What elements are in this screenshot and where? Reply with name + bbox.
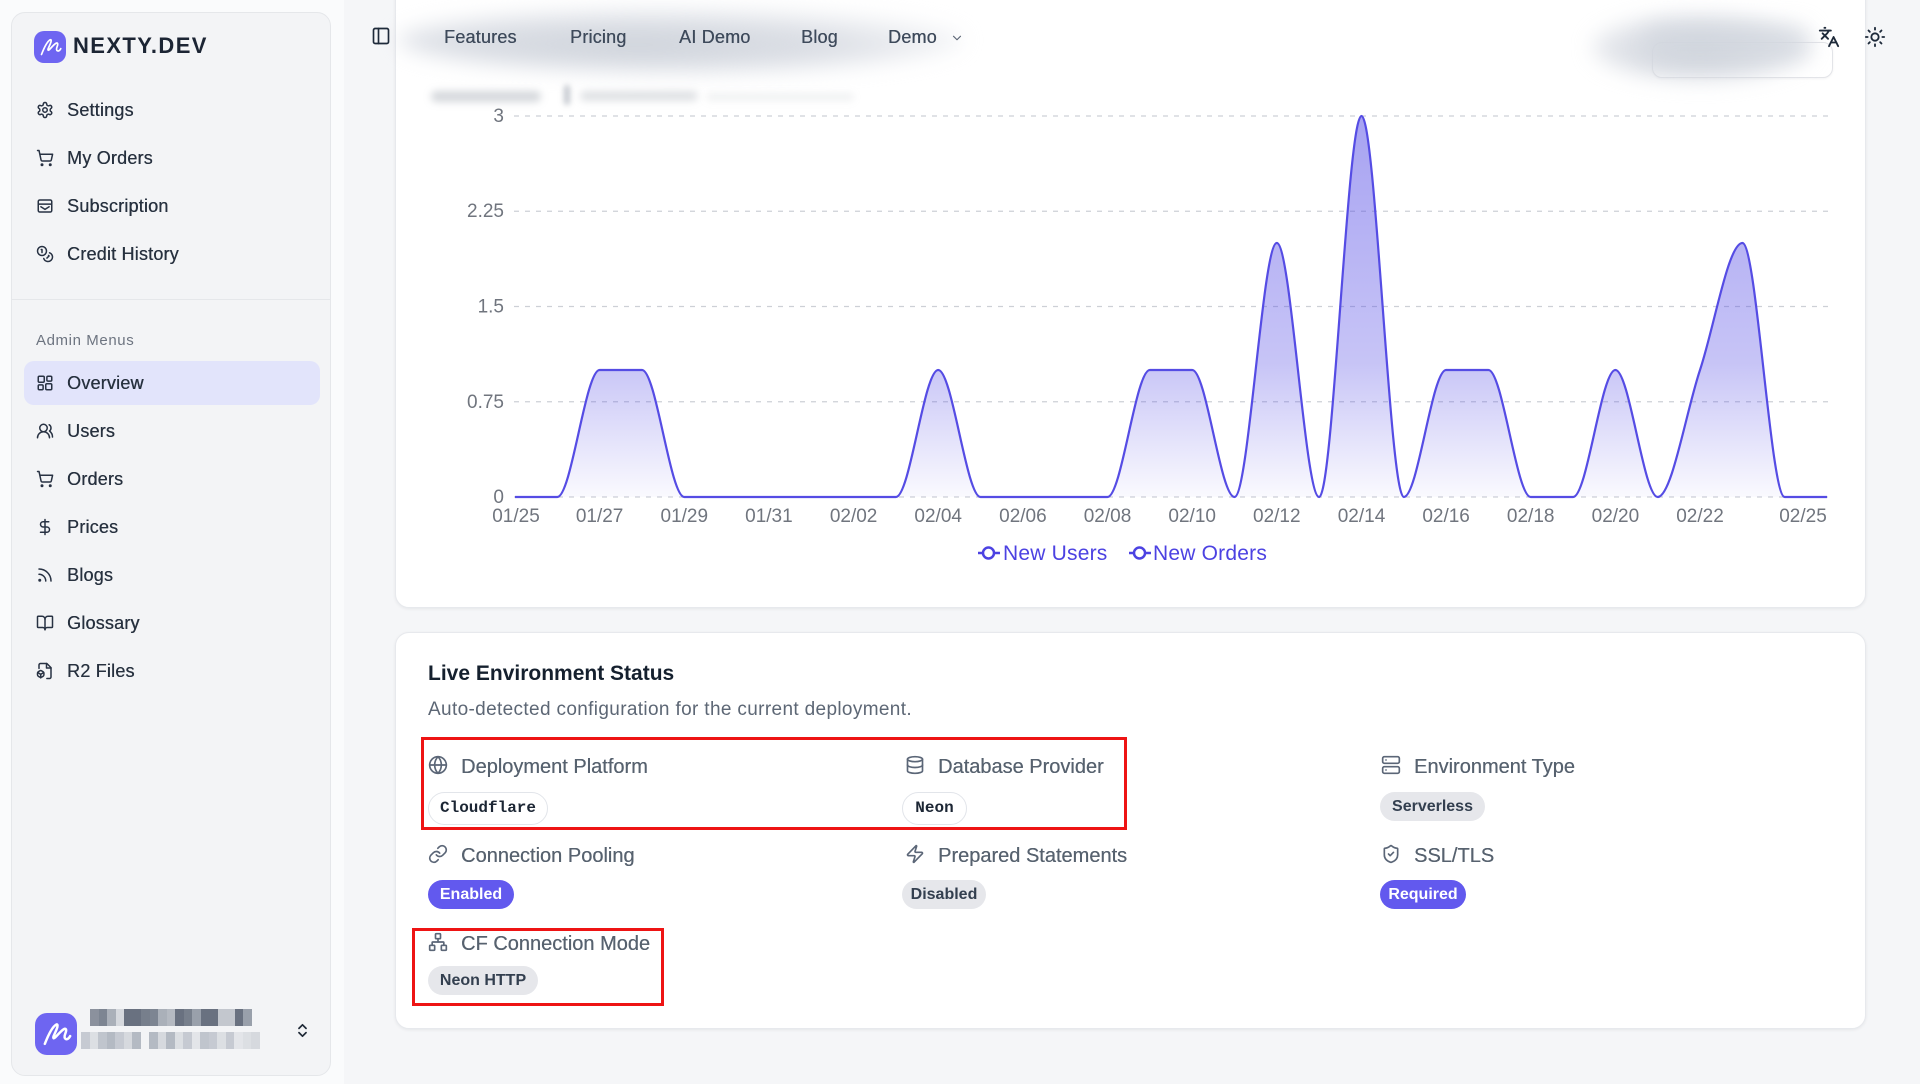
svg-text:02/06: 02/06 (999, 506, 1047, 527)
svg-text:02/25: 02/25 (1779, 506, 1827, 527)
svg-text:New Orders: New Orders (1153, 542, 1267, 565)
svg-text:02/18: 02/18 (1507, 506, 1555, 527)
svg-text:New Users: New Users (1003, 542, 1107, 565)
svg-text:02/16: 02/16 (1422, 506, 1470, 527)
svg-text:02/04: 02/04 (914, 506, 962, 527)
svg-text:02/22: 02/22 (1676, 506, 1724, 527)
svg-text:01/25: 01/25 (492, 506, 540, 527)
svg-text:2.25: 2.25 (467, 201, 504, 222)
svg-text:02/20: 02/20 (1592, 506, 1640, 527)
svg-text:02/12: 02/12 (1253, 506, 1301, 527)
svg-text:1.5: 1.5 (478, 297, 504, 318)
svg-text:0.75: 0.75 (467, 392, 504, 413)
svg-text:3: 3 (493, 106, 504, 127)
svg-text:01/29: 01/29 (661, 506, 709, 527)
svg-text:02/08: 02/08 (1084, 506, 1132, 527)
svg-text:02/10: 02/10 (1168, 506, 1216, 527)
svg-text:0: 0 (493, 487, 504, 508)
svg-text:02/02: 02/02 (830, 506, 878, 527)
svg-text:01/27: 01/27 (576, 506, 624, 527)
svg-text:01/31: 01/31 (745, 506, 793, 527)
svg-text:02/14: 02/14 (1338, 506, 1386, 527)
